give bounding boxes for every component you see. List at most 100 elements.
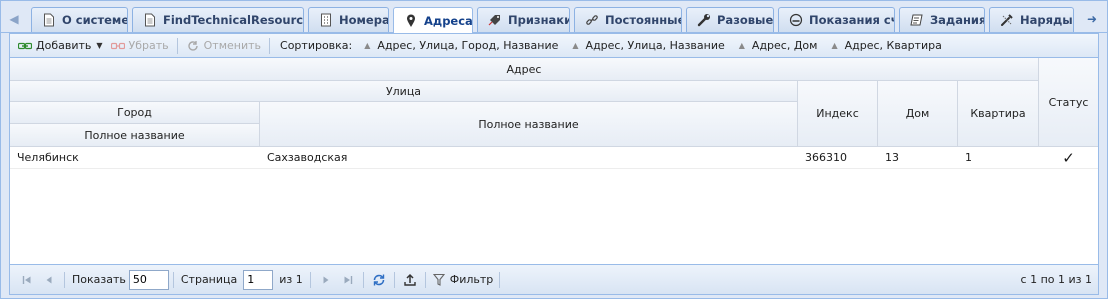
- cell-apartment: 1: [965, 151, 972, 164]
- prev-page-icon[interactable]: [40, 271, 58, 289]
- tab-label: Наряды: [1020, 13, 1073, 27]
- meter-icon: [789, 13, 803, 27]
- tab-permanent[interactable]: Постоянные: [574, 7, 682, 32]
- tag-pin-icon: [488, 13, 502, 27]
- filter-button[interactable]: Фильтр: [430, 270, 496, 290]
- sort-option-label: Адрес, Дом: [751, 39, 818, 52]
- sort-asc-icon: ▲: [738, 41, 745, 50]
- chevron-down-icon[interactable]: ▼: [96, 41, 102, 50]
- sort-option-address-street-name[interactable]: ▲ Адрес, Улица, Название: [566, 36, 732, 56]
- tab-strip: ◀ О системе FindTechnicalResources Номер…: [1, 1, 1107, 33]
- tab-label: Задания: [930, 13, 985, 27]
- sort-option-label: Адрес, Улица, Название: [585, 39, 725, 52]
- sort-option-label: Адрес, Улица, Город, Название: [377, 39, 559, 52]
- last-page-icon[interactable]: [339, 271, 357, 289]
- refresh-icon[interactable]: [370, 271, 388, 289]
- tab-numbers[interactable]: Номера: [308, 7, 389, 32]
- tab-label: О системе: [62, 13, 128, 27]
- wrench-icon: [697, 13, 711, 27]
- sort-option-label: Адрес, Квартира: [844, 39, 942, 52]
- page-count-label: из 1: [279, 273, 303, 286]
- filter-icon: [432, 273, 446, 287]
- tab-attributes[interactable]: Признаки: [477, 7, 570, 32]
- tab-label: Адреса: [424, 13, 473, 28]
- column-header-house[interactable]: Дом: [878, 81, 958, 147]
- tab-scroll-right-icon[interactable]: ➜: [1081, 7, 1103, 31]
- grid-body: Челябинск Сахзаводская 366310 13 1 ✓: [10, 147, 1098, 265]
- tab-label: FindTechnicalResources: [163, 13, 304, 27]
- tab-label: Показания сч.: [809, 13, 895, 27]
- sort-label: Сортировка:: [280, 39, 353, 52]
- column-header-street-full-name[interactable]: Полное название: [260, 102, 798, 147]
- cell-house: 13: [885, 151, 899, 164]
- pager-separator: [499, 271, 501, 288]
- toolbar-separator: [269, 37, 271, 54]
- tab-one-time[interactable]: Разовые: [686, 7, 774, 32]
- cancel-button-label: Отменить: [203, 39, 262, 52]
- filter-button-label: Фильтр: [449, 273, 494, 286]
- pager-separator: [362, 271, 364, 288]
- pager-separator: [393, 271, 395, 288]
- tab-label: Номера: [339, 13, 389, 27]
- column-group-street: Улица: [10, 81, 798, 102]
- add-button[interactable]: Добавить ▼: [14, 36, 107, 56]
- addresses-panel: Добавить ▼ Убрать Отменить Сортировка: ▲: [9, 33, 1099, 295]
- cell-street-full-name: Сахзаводская: [267, 151, 348, 164]
- remove-button[interactable]: Убрать: [107, 36, 173, 56]
- cell-city-full-name: Челябинск: [17, 151, 79, 164]
- sort-asc-icon: ▲: [364, 41, 371, 50]
- column-header-index[interactable]: Индекс: [798, 81, 878, 147]
- tab-tasks[interactable]: Задания: [899, 7, 985, 32]
- column-header-apartment[interactable]: Квартира: [958, 81, 1039, 147]
- pager-separator: [172, 271, 174, 288]
- next-page-icon[interactable]: [317, 271, 335, 289]
- tab-find-technical-resources[interactable]: FindTechnicalResources: [132, 7, 304, 32]
- link-icon: [585, 13, 599, 27]
- tab-scroll-left-icon[interactable]: ◀: [3, 7, 25, 31]
- pager-separator: [424, 271, 426, 288]
- tab-meter-readings[interactable]: Показания сч.: [778, 7, 895, 32]
- sort-asc-icon: ▲: [831, 41, 838, 50]
- grid-toolbar: Добавить ▼ Убрать Отменить Сортировка: ▲: [10, 34, 1098, 58]
- link-add-icon: [18, 39, 32, 53]
- tools-icon: [1000, 13, 1014, 27]
- column-header-city-full-name[interactable]: Полное название: [10, 124, 260, 147]
- refresh-icon: [186, 39, 200, 53]
- document-icon: [143, 13, 157, 27]
- pager-separator: [309, 271, 311, 288]
- export-icon[interactable]: [401, 271, 419, 289]
- app-frame: ◀ О системе FindTechnicalResources Номер…: [0, 0, 1108, 299]
- tab-work-orders[interactable]: Наряды: [989, 7, 1074, 32]
- toolbar-separator: [176, 37, 178, 54]
- remove-button-label: Убрать: [128, 39, 169, 52]
- document-icon: [42, 13, 56, 27]
- page-label: Страница: [180, 273, 238, 286]
- map-pin-icon: [404, 14, 418, 28]
- tab-about[interactable]: О системе: [31, 7, 128, 32]
- column-header-status[interactable]: Статус: [1039, 58, 1098, 147]
- table-row[interactable]: Челябинск Сахзаводская 366310 13 1 ✓: [10, 147, 1098, 169]
- first-page-icon[interactable]: [18, 271, 36, 289]
- sort-option-address-house[interactable]: ▲ Адрес, Дом: [733, 36, 826, 56]
- sort-option-address-street-city-name[interactable]: ▲ Адрес, Улица, Город, Название: [358, 36, 566, 56]
- page-size-input[interactable]: [128, 269, 169, 290]
- tab-addresses[interactable]: Адреса: [393, 7, 473, 33]
- pager-separator: [64, 271, 65, 288]
- unlink-icon: [110, 39, 125, 53]
- cell-status-check-icon: ✓: [1062, 149, 1075, 167]
- tab-label: Разовые: [717, 13, 774, 27]
- task-list-icon: [910, 13, 924, 27]
- add-button-label: Добавить: [36, 39, 92, 52]
- phone-number-icon: [319, 13, 333, 27]
- sort-option-address-apartment[interactable]: ▲ Адрес, Квартира: [825, 36, 949, 56]
- sort-asc-icon: ▲: [572, 41, 579, 50]
- paging-toolbar: Показать Страница из 1: [10, 264, 1098, 294]
- cancel-button[interactable]: Отменить: [182, 36, 265, 56]
- page-number-input[interactable]: [243, 269, 274, 290]
- tab-label: Постоянные: [605, 13, 682, 27]
- paging-display-info: с 1 по 1 из 1: [1020, 273, 1092, 286]
- column-group-city: Город: [10, 102, 260, 124]
- page-size-label: Показать: [72, 273, 126, 286]
- cell-index: 366310: [805, 151, 847, 164]
- column-group-address: Адрес: [10, 58, 1039, 81]
